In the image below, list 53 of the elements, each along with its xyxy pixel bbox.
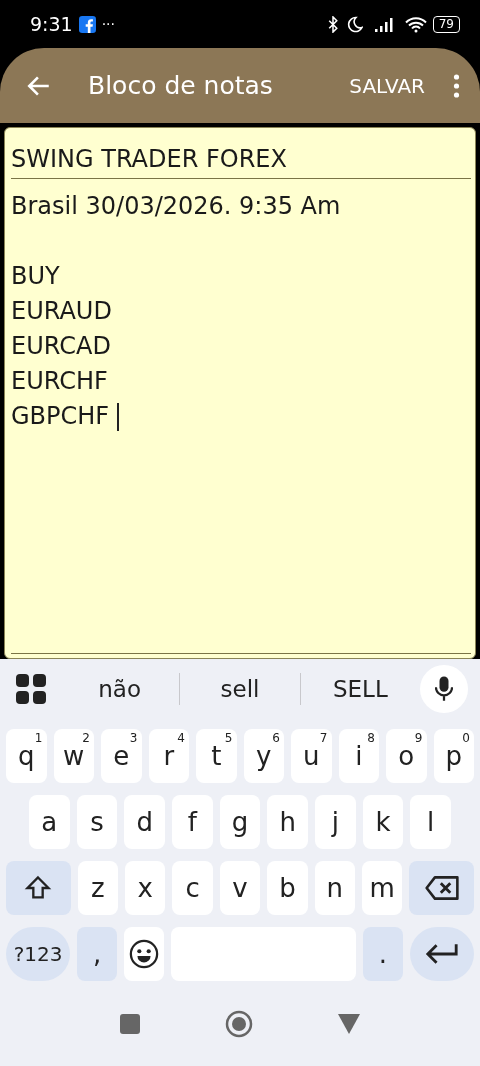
note-line: Brasil 30/03/2026. 9:35 Am	[11, 191, 342, 222]
letter-key[interactable]: a	[29, 795, 70, 849]
punctuation-key[interactable]: .	[362, 927, 403, 981]
app-notification-icon	[78, 15, 96, 33]
enter-key[interactable]	[409, 927, 474, 981]
app-title: Bloco de notas	[88, 71, 274, 100]
suggestion-chip[interactable]: sell	[180, 675, 300, 703]
letter-key[interactable]: l	[410, 795, 452, 849]
symbols-key[interactable]: ?123	[6, 927, 71, 981]
letter-key[interactable]: g	[219, 795, 261, 849]
backspace-icon	[423, 875, 460, 901]
recent-apps-icon[interactable]	[120, 1013, 140, 1034]
note-line: BUY	[11, 261, 60, 292]
microphone-button[interactable]	[420, 665, 468, 713]
shift-key[interactable]	[6, 861, 71, 915]
overflow-menu-icon[interactable]	[453, 73, 460, 98]
moon-icon	[346, 15, 363, 33]
battery-indicator: 79	[432, 15, 460, 33]
letter-key[interactable]: c	[172, 861, 213, 915]
note-line: EURCHF	[11, 366, 108, 397]
back-triangle-icon[interactable]	[338, 1013, 360, 1034]
save-button[interactable]: SALVAR	[345, 69, 429, 102]
letter-key[interactable]: f	[172, 795, 213, 849]
note-line: EURAUD	[11, 296, 112, 327]
letter-key[interactable]: k	[362, 795, 404, 849]
backspace-key[interactable]	[409, 861, 474, 915]
letter-key[interactable]: s	[76, 795, 118, 849]
apps-grid-icon[interactable]	[16, 674, 46, 704]
letter-key[interactable]: z	[77, 861, 118, 915]
letter-key[interactable]: d	[124, 795, 165, 849]
microphone-icon	[435, 676, 453, 702]
letter-key[interactable]: v	[219, 861, 261, 915]
smiley-icon	[129, 939, 160, 969]
home-icon[interactable]	[225, 1009, 253, 1038]
letter-key[interactable]: x	[125, 861, 166, 915]
wifi-icon	[404, 15, 427, 33]
note-title: SWING TRADER FOREX	[11, 144, 471, 179]
note-editor[interactable]: SWING TRADER FOREX Brasil 30/03/2026. 9:35 Am BUY EURAUD EURCAD EURCHF GBPCHF	[4, 127, 476, 659]
note-line: EURCAD	[11, 331, 111, 362]
letter-key[interactable]: n	[314, 861, 355, 915]
status-time: 9:31	[30, 13, 73, 35]
more-notifications: ···	[101, 16, 116, 32]
shift-arrow-icon	[24, 874, 53, 902]
suggestion-chip[interactable]: não	[60, 675, 180, 703]
emoji-key[interactable]	[124, 927, 165, 981]
letter-key[interactable]: m	[361, 861, 403, 915]
punctuation-key[interactable]: ,	[77, 927, 118, 981]
letter-key[interactable]: j	[315, 795, 356, 849]
enter-arrow-icon	[423, 942, 460, 966]
note-line: GBPCHF	[11, 401, 110, 432]
suggestion-chip[interactable]: SELL	[300, 675, 420, 703]
letter-key[interactable]: b	[267, 861, 308, 915]
letter-key[interactable]: h	[267, 795, 309, 849]
